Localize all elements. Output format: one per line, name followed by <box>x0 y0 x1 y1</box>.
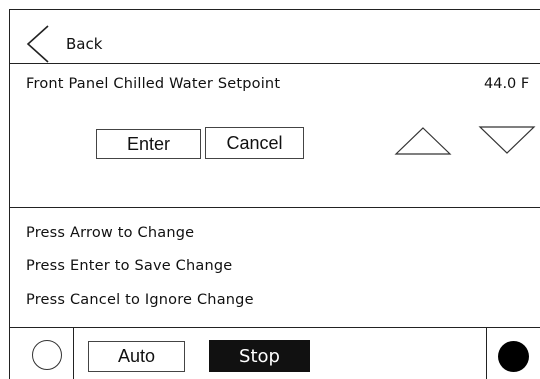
divider <box>9 63 540 64</box>
divider <box>9 207 540 208</box>
back-button[interactable]: Back <box>10 10 130 63</box>
instruction-text: Press Arrow to Change <box>26 225 195 241</box>
screen-frame <box>9 9 540 379</box>
enter-button[interactable]: Enter <box>96 129 201 159</box>
increase-button[interactable] <box>394 126 452 160</box>
divider <box>486 328 487 379</box>
cancel-button[interactable]: Cancel <box>205 127 304 159</box>
auto-button[interactable]: Auto <box>88 341 185 372</box>
setpoint-label: Front Panel Chilled Water Setpoint <box>26 76 281 92</box>
decrease-button[interactable] <box>478 125 536 159</box>
instruction-text: Press Cancel to Ignore Change <box>26 292 254 308</box>
stop-button[interactable]: Stop <box>209 340 310 372</box>
back-label: Back <box>66 35 103 53</box>
divider <box>9 327 540 328</box>
chevron-left-icon <box>26 25 49 63</box>
setpoint-value: 44.0 F <box>484 76 530 92</box>
hollow-circle-icon[interactable] <box>32 340 62 370</box>
divider <box>73 328 74 379</box>
triangle-up-icon <box>394 127 452 155</box>
filled-circle-icon[interactable] <box>498 341 529 372</box>
triangle-down-icon <box>478 126 536 154</box>
instruction-text: Press Enter to Save Change <box>26 258 233 274</box>
